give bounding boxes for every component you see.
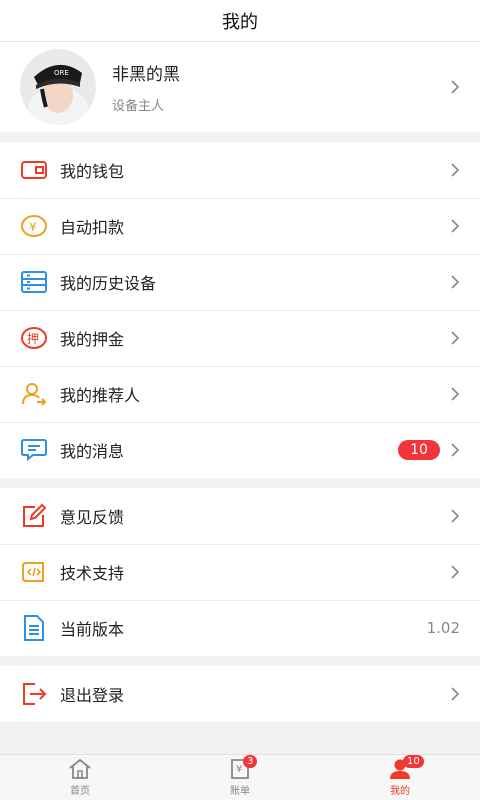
- document-icon: [20, 614, 48, 642]
- profile-role: 设备主人: [112, 99, 165, 114]
- bill-icon: ¥ 3: [227, 755, 258, 780]
- menu-item-logout[interactable]: 退出登录: [0, 666, 480, 722]
- chevron-right-icon: [451, 509, 460, 523]
- menu-item-referrer[interactable]: 我的推荐人: [0, 366, 480, 422]
- chevron-right-icon: [451, 163, 460, 177]
- feedback-icon: [20, 502, 48, 530]
- user-icon: 10: [387, 755, 424, 780]
- menu-item-messages[interactable]: 我的消息 10: [0, 422, 480, 478]
- menu-label: 我的钱包: [60, 162, 125, 181]
- menu-item-tech-support[interactable]: 技术支持: [0, 544, 480, 600]
- svg-text:押: 押: [27, 332, 39, 346]
- menu-label: 自动扣款: [60, 218, 125, 237]
- menu-label: 技术支持: [60, 564, 125, 583]
- menu-label: 意见反馈: [60, 508, 125, 527]
- avatar: ORE: [20, 49, 96, 125]
- bottom-tab-bar: 首页 ¥ 3 账单 10 我的: [0, 754, 480, 800]
- menu-label: 我的押金: [60, 330, 125, 349]
- profile-name: 非黑的黑: [112, 65, 180, 85]
- menu-label: 当前版本: [60, 620, 125, 639]
- svg-text:ORE: ORE: [54, 69, 69, 77]
- menu-item-version: 当前版本 1.02: [0, 600, 480, 656]
- menu-item-auto-debit[interactable]: ¥ 自动扣款: [0, 198, 480, 254]
- bill-count-badge: 3: [243, 755, 258, 768]
- page-title: 我的: [222, 11, 258, 33]
- menu-label: 我的推荐人: [60, 386, 141, 405]
- referrer-icon: [20, 380, 48, 408]
- mine-count-badge: 10: [403, 755, 424, 768]
- logout-icon: [20, 680, 48, 708]
- list-icon: [20, 268, 48, 296]
- tab-label: 账单: [230, 786, 250, 797]
- chevron-right-icon: [451, 387, 460, 401]
- menu-item-deposit[interactable]: 押 我的押金: [0, 310, 480, 366]
- chevron-right-icon: [451, 275, 460, 289]
- menu-item-history-devices[interactable]: 我的历史设备: [0, 254, 480, 310]
- menu-item-feedback[interactable]: 意见反馈: [0, 488, 480, 544]
- menu-label: 我的历史设备: [60, 274, 157, 293]
- wallet-icon: [20, 156, 48, 184]
- svg-text:¥: ¥: [29, 220, 37, 234]
- tab-bill[interactable]: ¥ 3 账单: [160, 755, 320, 800]
- chevron-right-icon: [451, 687, 460, 701]
- message-count-badge: 10: [398, 440, 440, 460]
- code-icon: [20, 558, 48, 586]
- chevron-right-icon: [451, 80, 460, 94]
- message-icon: [20, 436, 48, 464]
- yuan-coin-icon: ¥: [20, 212, 48, 240]
- tab-home[interactable]: 首页: [0, 755, 160, 800]
- svg-text:¥: ¥: [236, 764, 242, 775]
- tab-label: 首页: [70, 786, 90, 797]
- chevron-right-icon: [451, 331, 460, 345]
- chevron-right-icon: [451, 443, 460, 457]
- chevron-right-icon: [451, 565, 460, 579]
- chevron-right-icon: [451, 219, 460, 233]
- tab-mine[interactable]: 10 我的: [320, 755, 480, 800]
- menu-label: 我的消息: [60, 442, 125, 461]
- tab-label: 我的: [390, 786, 410, 797]
- version-value: 1.02: [426, 619, 460, 637]
- deposit-icon: 押: [20, 324, 48, 352]
- page-header: 我的: [0, 0, 480, 42]
- menu-item-wallet[interactable]: 我的钱包: [0, 142, 480, 198]
- home-icon: [67, 758, 93, 780]
- menu-label: 退出登录: [60, 686, 125, 705]
- profile-card[interactable]: ORE 非黑的黑 设备主人: [0, 42, 480, 132]
